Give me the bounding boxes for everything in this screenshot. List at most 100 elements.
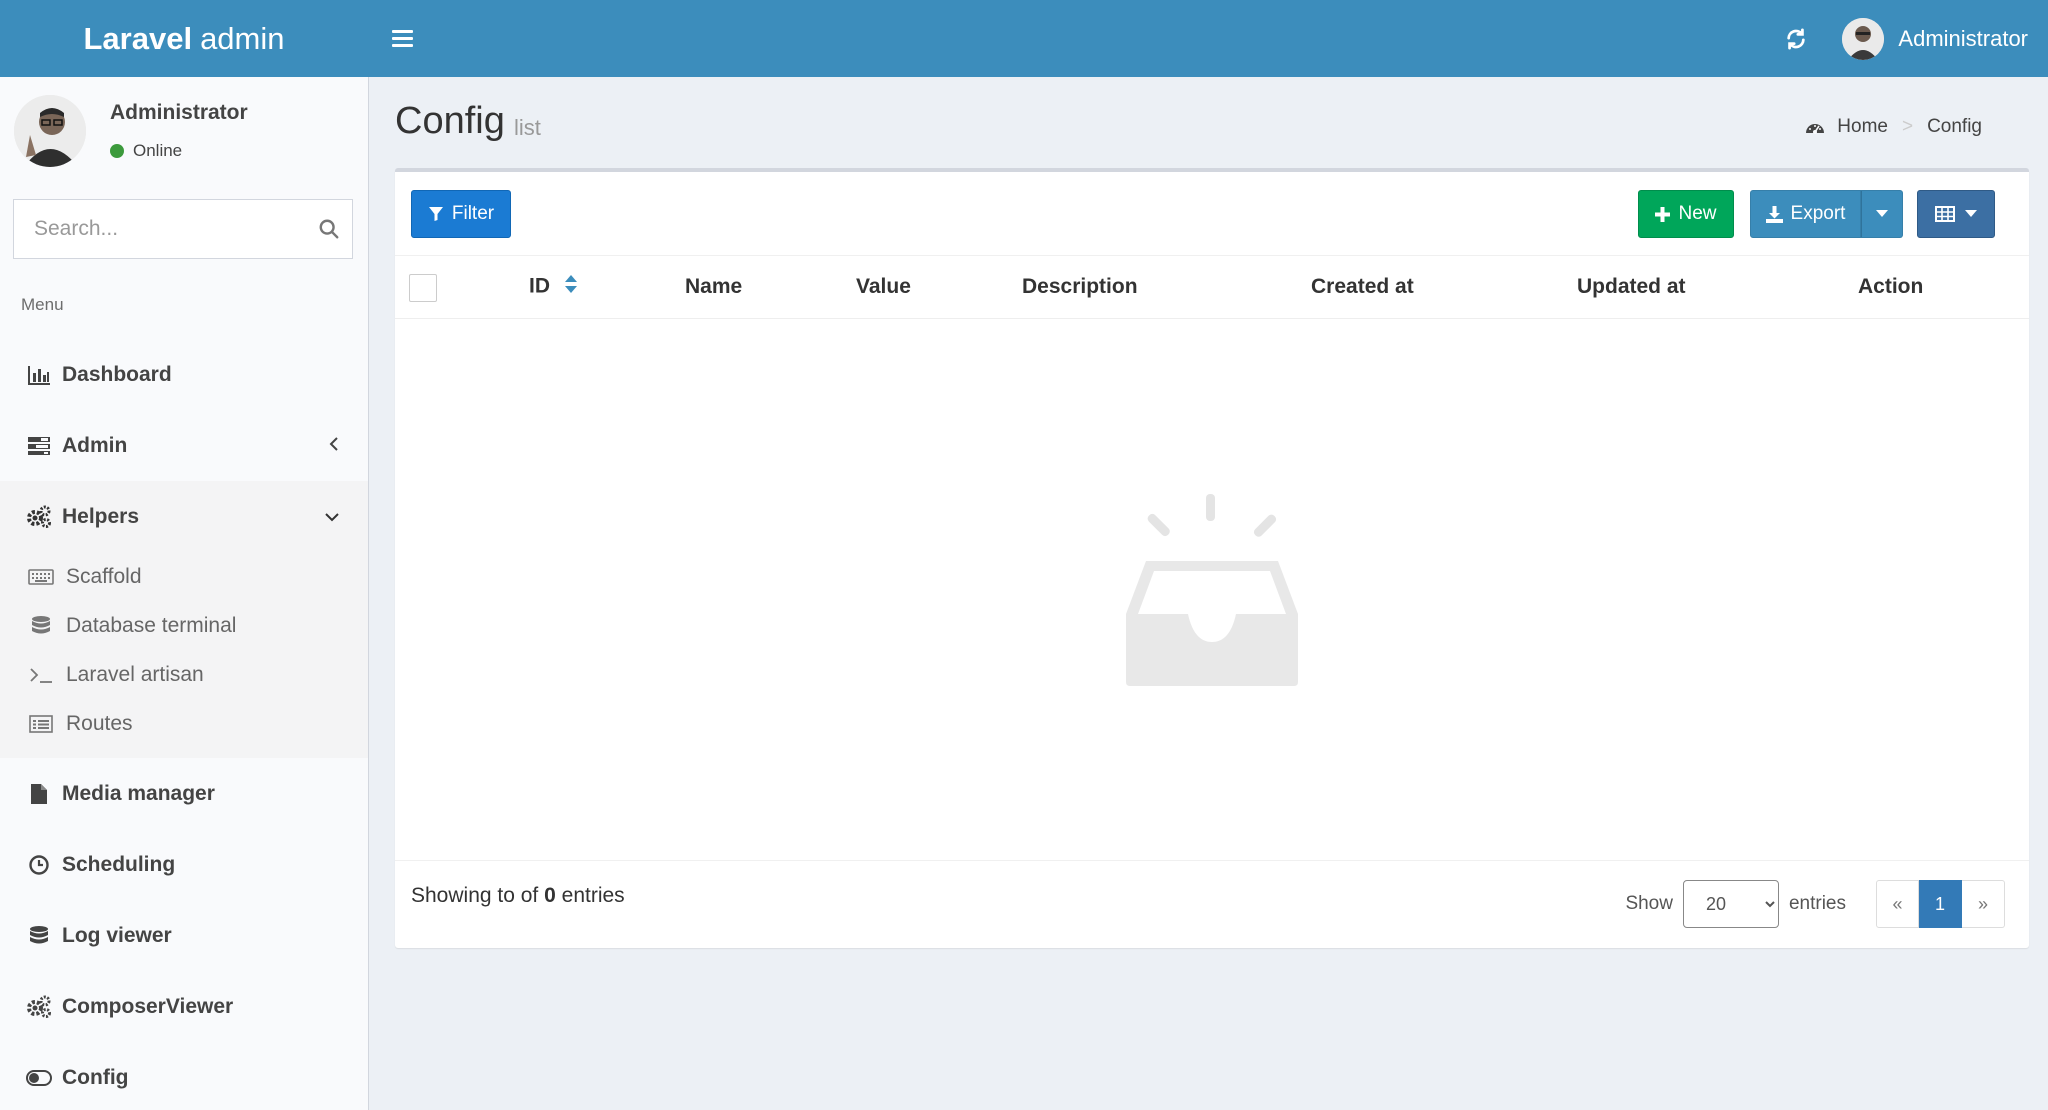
sort-icon[interactable] bbox=[564, 274, 578, 300]
gears-icon bbox=[26, 994, 52, 1020]
column-header-label: ID bbox=[529, 274, 550, 298]
sidebar-item-helpers[interactable]: Helpers bbox=[0, 481, 368, 552]
refresh-icon bbox=[1787, 27, 1806, 50]
gears-icon bbox=[26, 504, 52, 530]
page-title: Config bbox=[395, 100, 505, 142]
sidebar-subitem-scaffold[interactable]: Scaffold bbox=[0, 552, 368, 601]
column-header-created-at: Created at bbox=[1311, 275, 1414, 298]
toggle-on-icon bbox=[26, 1065, 52, 1091]
grid-toolbar: Filter New Export bbox=[395, 172, 2029, 256]
refresh-button[interactable] bbox=[1766, 0, 1826, 77]
sidebar-item-label: Dashboard bbox=[62, 362, 172, 386]
chevron-left-icon bbox=[328, 434, 340, 458]
sidebar-subitem-laravel-artisan[interactable]: Laravel artisan bbox=[0, 650, 368, 699]
pagination-prev[interactable]: « bbox=[1876, 880, 1919, 928]
user-status: Online bbox=[110, 141, 182, 161]
sidebar-item-admin[interactable]: Admin bbox=[0, 410, 368, 481]
database-icon bbox=[26, 923, 52, 949]
entries-suffix: entries bbox=[561, 884, 625, 907]
new-button[interactable]: New bbox=[1638, 190, 1734, 238]
sidebar-item-dashboard[interactable]: Dashboard bbox=[0, 339, 368, 410]
clock-icon bbox=[26, 852, 52, 878]
avatar bbox=[14, 95, 86, 167]
search-input[interactable] bbox=[14, 200, 305, 258]
per-page-control: Show 20 entries « 1 » bbox=[1625, 880, 2005, 928]
column-header-description: Description bbox=[1022, 275, 1138, 298]
table-icon bbox=[1935, 206, 1955, 222]
sidebar-subitem-label: Routes bbox=[66, 711, 133, 735]
sidebar-item-scheduling[interactable]: Scheduling bbox=[0, 829, 368, 900]
sidebar-item-media-manager[interactable]: Media manager bbox=[0, 758, 368, 829]
search-icon bbox=[319, 219, 338, 239]
sidebar-toggle-button[interactable] bbox=[372, 0, 432, 77]
sidebar-item-label: Config bbox=[62, 1065, 129, 1089]
sidebar-item-label: ComposerViewer bbox=[62, 994, 234, 1018]
bar-chart-icon bbox=[26, 362, 52, 388]
sidebar: Administrator Online Menu Dashboard Admi… bbox=[0, 77, 369, 1110]
entries-summary: Showing to of 0 entries bbox=[411, 884, 625, 908]
export-button-label: Export bbox=[1790, 203, 1846, 224]
filter-icon bbox=[428, 207, 443, 221]
table-header: ID Name Value Description Created at Upd… bbox=[395, 256, 2029, 319]
logo-light: admin bbox=[200, 20, 285, 56]
export-button[interactable]: Export bbox=[1750, 190, 1861, 238]
sidebar-item-label: Scheduling bbox=[62, 852, 176, 876]
column-header-updated-at: Updated at bbox=[1577, 275, 1686, 298]
list-alt-icon bbox=[28, 711, 54, 737]
sidebar-item-label: Log viewer bbox=[62, 923, 172, 947]
user-panel: Administrator Online bbox=[0, 77, 368, 177]
plus-icon bbox=[1655, 206, 1671, 222]
pagination-next[interactable]: » bbox=[1962, 880, 2005, 928]
breadcrumb-current: Config bbox=[1927, 116, 1982, 137]
filter-button-label: Filter bbox=[451, 203, 495, 224]
caret-down-icon bbox=[1876, 210, 1888, 217]
status-label: Online bbox=[133, 141, 183, 160]
new-button-label: New bbox=[1678, 203, 1717, 224]
caret-down-icon bbox=[1965, 210, 1977, 217]
header-user-name: Administrator bbox=[1898, 25, 2028, 51]
search-button[interactable] bbox=[305, 199, 352, 259]
per-page-select[interactable]: 20 bbox=[1682, 880, 1779, 928]
hamburger-icon bbox=[391, 30, 413, 47]
export-dropdown-button[interactable] bbox=[1861, 190, 1903, 238]
chevron-down-icon bbox=[324, 505, 340, 529]
logo-bold: Laravel bbox=[83, 20, 193, 56]
terminal-icon bbox=[28, 662, 54, 688]
menu-header: Menu bbox=[21, 295, 64, 314]
sidebar-subitem-database-terminal[interactable]: Database terminal bbox=[0, 601, 368, 650]
download-icon bbox=[1765, 205, 1783, 223]
sidebar-menu: Dashboard Admin Helpers Scaffold Databas… bbox=[0, 339, 368, 1110]
sidebar-item-label: Admin bbox=[62, 433, 128, 457]
database-icon bbox=[28, 613, 54, 639]
sidebar-subitem-label: Laravel artisan bbox=[66, 662, 204, 686]
file-icon bbox=[26, 781, 52, 807]
column-selector-button[interactable] bbox=[1917, 190, 1995, 238]
sidebar-item-config[interactable]: Config bbox=[0, 1042, 368, 1110]
sidebar-subitem-routes[interactable]: Routes bbox=[0, 699, 368, 748]
total-count: 0 bbox=[544, 884, 556, 907]
logo[interactable]: Laravel admin bbox=[0, 0, 368, 77]
sidebar-item-label: Helpers bbox=[62, 504, 140, 528]
show-label: Show bbox=[1625, 893, 1673, 914]
sidebar-item-log-viewer[interactable]: Log viewer bbox=[0, 900, 368, 971]
sidebar-item-composer-viewer[interactable]: ComposerViewer bbox=[0, 971, 368, 1042]
user-menu[interactable]: Administrator bbox=[1842, 0, 2048, 77]
breadcrumb-home[interactable]: Home bbox=[1805, 116, 1888, 138]
column-header-value: Value bbox=[856, 275, 911, 298]
column-header-name: Name bbox=[685, 275, 743, 298]
column-header-id[interactable]: ID bbox=[529, 274, 578, 300]
pagination-page-1[interactable]: 1 bbox=[1919, 880, 1962, 928]
helpers-group: Helpers Scaffold Database terminal Larav… bbox=[0, 481, 368, 758]
header-right: Administrator bbox=[1766, 0, 2048, 77]
showing-text: Showing to of bbox=[411, 884, 539, 907]
select-all-checkbox[interactable] bbox=[409, 274, 437, 302]
breadcrumb-separator: > bbox=[1901, 116, 1914, 137]
pagination: « 1 » bbox=[1876, 880, 2005, 928]
page-subtitle: list bbox=[514, 115, 541, 140]
sidebar-search bbox=[13, 199, 353, 259]
filter-button[interactable]: Filter bbox=[411, 190, 511, 238]
breadcrumb: Home > Config bbox=[1805, 116, 1982, 138]
entries-label: entries bbox=[1788, 893, 1846, 914]
empty-inbox-icon bbox=[1126, 494, 1298, 686]
